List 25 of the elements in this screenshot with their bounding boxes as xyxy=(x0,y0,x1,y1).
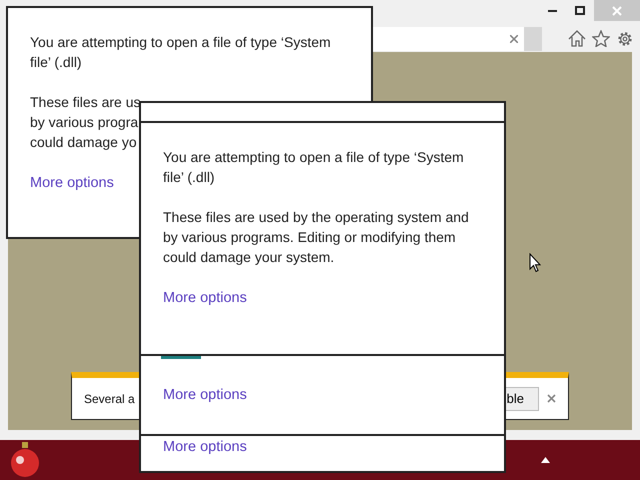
notification-text: Several a xyxy=(84,392,135,406)
minimize-icon xyxy=(548,10,556,12)
home-button[interactable] xyxy=(568,30,586,47)
dialog-text: could damage yo xyxy=(30,133,138,152)
more-options-link[interactable]: More options xyxy=(163,387,247,403)
dialog-text: by various progra xyxy=(30,113,140,132)
caret-up-icon[interactable] xyxy=(541,457,550,463)
home-icon xyxy=(568,30,586,47)
dialog-text: These files are used by the operating system and by various programs. Editing or modifying them could damage your system. xyxy=(163,208,470,267)
star-icon xyxy=(592,30,610,47)
favorites-button[interactable] xyxy=(592,30,610,47)
accent-bar xyxy=(161,356,201,359)
settings-icon xyxy=(616,30,634,48)
dialog-message: You are attempting to open a file of type ‘System file’ (.dll) xyxy=(30,33,332,72)
more-options-link[interactable]: More options xyxy=(163,439,247,455)
clear-icon xyxy=(510,34,518,42)
dialog-message: You are attempting to open a file of type ‘System file’ (.dll) xyxy=(163,148,465,187)
ornament-icon[interactable] xyxy=(10,442,40,478)
cursor-icon xyxy=(529,253,541,273)
more-options-link[interactable]: More options xyxy=(163,288,247,308)
close-icon xyxy=(612,6,622,16)
close-icon[interactable] xyxy=(547,394,556,403)
maximize-icon xyxy=(575,6,585,15)
more-options-link[interactable]: More options xyxy=(30,173,114,193)
settings-button[interactable] xyxy=(616,30,634,48)
